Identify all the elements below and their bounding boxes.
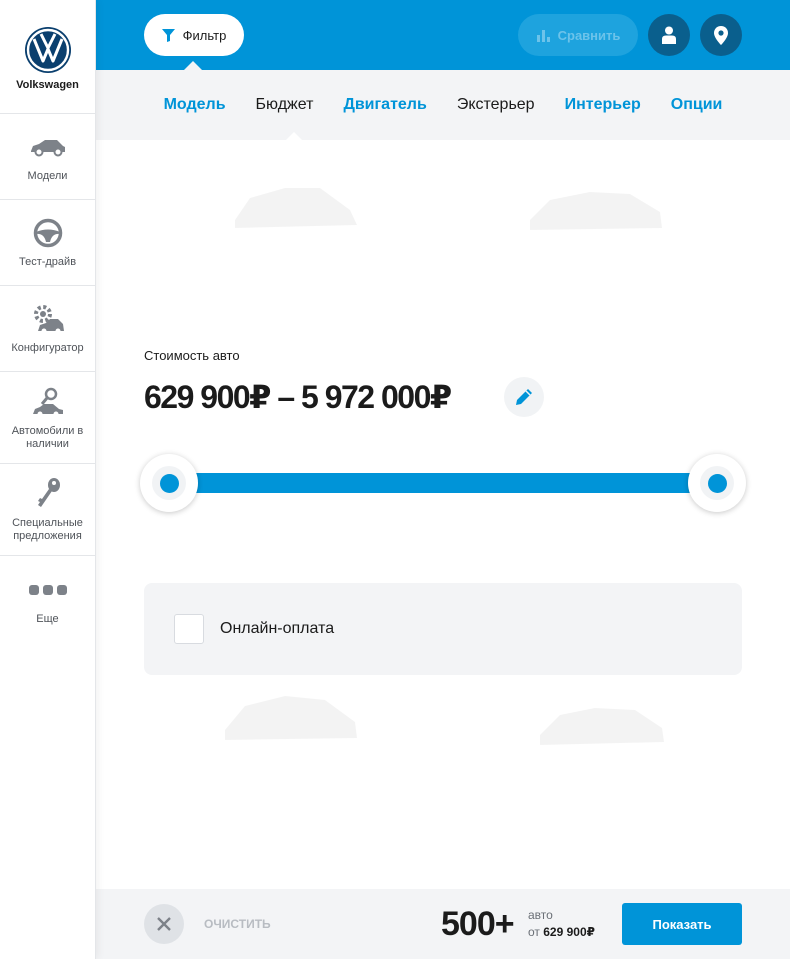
background-car-image	[530, 192, 662, 230]
tab-options[interactable]: Опции	[671, 96, 723, 114]
sidebar-item-special-offers[interactable]: Специальные предложения	[0, 464, 95, 556]
price-slider-min-handle[interactable]	[140, 454, 198, 512]
tab-engine[interactable]: Двигатель	[343, 96, 426, 114]
filter-funnel-icon	[161, 28, 175, 42]
filter-button-label: Фильтр	[182, 27, 227, 43]
active-tab-pointer	[285, 132, 303, 141]
sidebar-item-more[interactable]: Еще	[0, 556, 95, 642]
results-summary: авто от 629 900₽	[528, 907, 595, 941]
sidebar-item-label: Специальные предложения	[12, 516, 83, 542]
sidebar-item-label: Еще	[36, 612, 59, 625]
clear-filters-button[interactable]	[144, 904, 184, 944]
filter-tabs: Модель Бюджет Двигатель Экстерьер Интерь…	[96, 70, 790, 140]
filter-button[interactable]: Фильтр	[144, 14, 244, 56]
location-button[interactable]	[700, 14, 742, 56]
filter-pointer	[184, 61, 202, 70]
background-car-image	[540, 708, 664, 745]
configurator-gear-car-icon	[28, 302, 68, 336]
tab-exterior[interactable]: Экстерьер	[457, 96, 535, 114]
price-slider-max-handle[interactable]	[688, 454, 746, 512]
price-slider-track[interactable]	[170, 473, 716, 493]
clear-filters-label[interactable]: ОЧИСТИТЬ	[204, 917, 271, 931]
steering-wheel-icon	[28, 216, 68, 250]
online-payment-option[interactable]: Онлайн-оплата	[144, 583, 742, 675]
from-prefix: от	[528, 925, 540, 939]
online-payment-label: Онлайн-оплата	[220, 620, 335, 637]
background-car-image	[225, 696, 357, 740]
compare-button[interactable]: Сравнить	[518, 14, 638, 56]
close-icon	[157, 917, 171, 931]
sidebar: Volkswagen Модели Тест-драйв Конфигурато…	[0, 0, 96, 959]
user-icon	[662, 26, 676, 44]
background-car-image	[235, 188, 357, 228]
compare-button-label: Сравнить	[557, 27, 621, 43]
sidebar-item-test-drive[interactable]: Тест-драйв	[0, 200, 95, 286]
top-bar: Фильтр Сравнить	[96, 0, 790, 70]
brand-name: Volkswagen	[16, 79, 79, 91]
price-range-value: 629 900₽ – 5 972 000₽	[144, 379, 452, 415]
online-payment-checkbox[interactable]	[174, 614, 204, 644]
keys-icon	[28, 477, 68, 511]
show-results-button[interactable]: Показать	[622, 903, 742, 945]
sidebar-item-label: Тест-драйв	[18, 256, 77, 268]
map-pin-icon	[714, 25, 728, 45]
sidebar-item-models[interactable]: Модели	[0, 114, 95, 200]
sidebar-item-label: Модели	[27, 170, 68, 182]
pencil-icon	[516, 389, 532, 405]
profile-button[interactable]	[648, 14, 690, 56]
tab-interior[interactable]: Интерьер	[565, 96, 641, 114]
from-price: 629 900₽	[543, 925, 595, 939]
bottom-bar: ОЧИСТИТЬ 500+ авто от 629 900₽ Показать	[96, 889, 790, 959]
tab-model[interactable]: Модель	[164, 96, 226, 114]
tab-budget[interactable]: Бюджет	[256, 96, 314, 114]
sidebar-item-in-stock[interactable]: Автомобили в наличии	[0, 372, 95, 464]
brand-logo-link[interactable]: Volkswagen	[0, 0, 95, 114]
bar-chart-icon	[536, 30, 550, 42]
results-count: 500+	[441, 905, 515, 943]
car-icon	[28, 130, 68, 164]
sidebar-item-configurator[interactable]: Конфигуратор	[0, 286, 95, 372]
results-unit: авто	[528, 908, 553, 922]
budget-label: Стоимость авто	[144, 348, 240, 363]
sidebar-item-label: Конфигуратор	[11, 342, 84, 354]
sidebar-item-label: Автомобили в наличии	[11, 424, 84, 450]
edit-price-button[interactable]	[504, 377, 544, 417]
vw-logo-icon	[24, 27, 71, 73]
more-dots-icon	[28, 573, 68, 607]
car-search-icon	[28, 385, 68, 419]
